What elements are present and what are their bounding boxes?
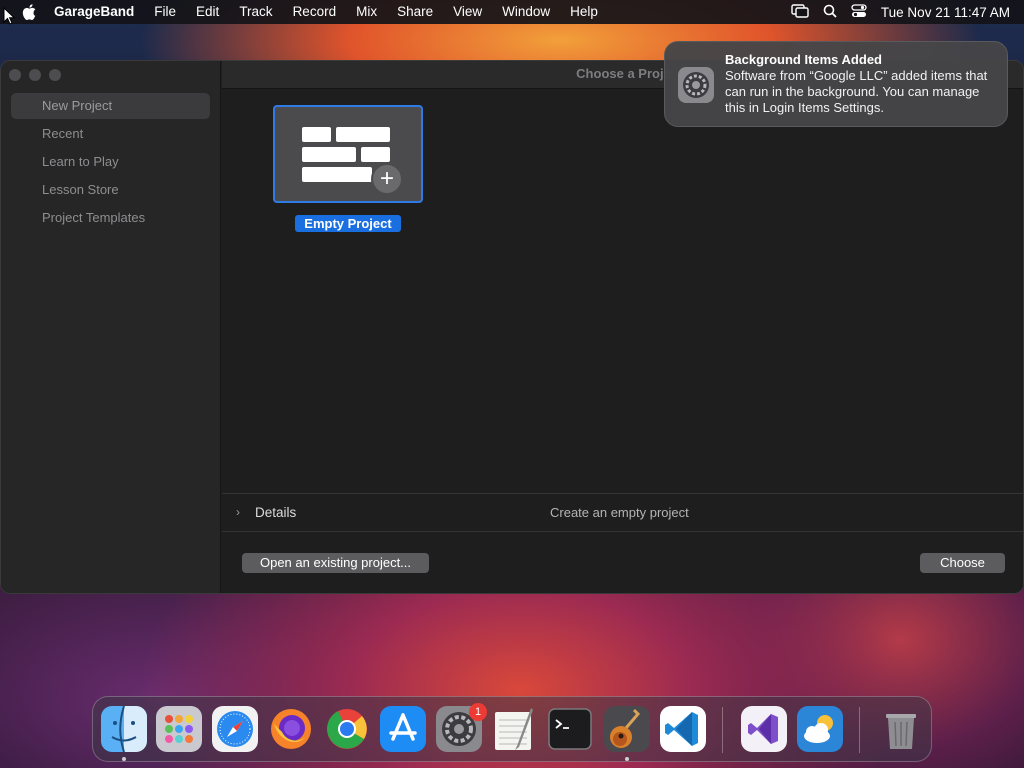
close-window-button[interactable] [9, 69, 21, 81]
window-controls [9, 69, 61, 81]
details-description: Create an empty project [550, 505, 689, 520]
weather-icon[interactable] [797, 706, 843, 752]
template-grid: + Empty Project [222, 89, 1023, 493]
sidebar-item-new-project[interactable]: New Project [11, 93, 210, 119]
sidebar: New Project Recent Learn to Play Lesson … [1, 61, 221, 593]
choose-button[interactable]: Choose [920, 553, 1005, 573]
template-block [302, 147, 356, 162]
notification-badge: 1 [469, 703, 487, 721]
dock-separator [859, 707, 860, 753]
window-footer: Open an existing project... Choose [222, 532, 1023, 593]
empty-project-template-tile[interactable]: + [273, 105, 423, 203]
template-block [302, 167, 372, 182]
zoom-window-button[interactable] [49, 69, 61, 81]
dock [92, 696, 932, 762]
launchpad-icon[interactable] [156, 706, 202, 752]
menu-help[interactable]: Help [560, 0, 608, 24]
menu-mix[interactable]: Mix [346, 0, 387, 24]
running-indicator [122, 757, 126, 761]
finder-icon[interactable] [101, 706, 147, 752]
spotlight-search-icon[interactable] [823, 4, 837, 21]
plus-icon: + [371, 163, 403, 195]
chevron-right-icon[interactable]: › [236, 505, 240, 519]
dock-separator [722, 707, 723, 753]
sidebar-item-recent[interactable]: Recent [11, 121, 210, 147]
notification-title: Background Items Added [725, 52, 882, 67]
firefox-icon[interactable] [268, 706, 314, 752]
open-existing-project-button[interactable]: Open an existing project... [242, 553, 429, 573]
details-toggle[interactable]: Details [255, 505, 296, 520]
template-block [336, 127, 390, 142]
safari-icon[interactable] [212, 706, 258, 752]
menu-window[interactable]: Window [492, 0, 560, 24]
notification-body: Software from “Google LLC” added items t… [725, 68, 988, 115]
menu-file[interactable]: File [144, 0, 186, 24]
empty-project-label[interactable]: Empty Project [295, 215, 401, 232]
sidebar-item-project-templates[interactable]: Project Templates [11, 205, 210, 231]
apple-menu-icon[interactable] [18, 4, 40, 20]
chrome-icon[interactable] [324, 706, 370, 752]
project-chooser-window: New Project Recent Learn to Play Lesson … [0, 60, 1024, 594]
menu-share[interactable]: Share [387, 0, 443, 24]
menu-edit[interactable]: Edit [186, 0, 229, 24]
system-settings-icon [677, 66, 715, 104]
vscode-icon[interactable] [660, 706, 706, 752]
template-block [302, 127, 331, 142]
terminal-icon[interactable] [547, 706, 593, 752]
menu-app-name[interactable]: GarageBand [44, 0, 144, 24]
menu-view[interactable]: View [443, 0, 492, 24]
textedit-icon[interactable] [491, 706, 537, 752]
menu-clock[interactable]: Tue Nov 21 11:47 AM [881, 5, 1010, 20]
sidebar-item-learn-to-play[interactable]: Learn to Play [11, 149, 210, 175]
trash-icon[interactable] [878, 706, 924, 752]
details-bar: › Details Create an empty project [222, 493, 1023, 532]
garageband-icon[interactable] [604, 706, 650, 752]
minimize-window-button[interactable] [29, 69, 41, 81]
running-indicator [625, 757, 629, 761]
screen-mirroring-icon[interactable] [791, 3, 809, 21]
sidebar-item-lesson-store[interactable]: Lesson Store [11, 177, 210, 203]
visual-studio-icon[interactable] [741, 706, 787, 752]
app-store-icon[interactable] [380, 706, 426, 752]
sidebar-list: New Project Recent Learn to Play Lesson … [11, 93, 210, 233]
control-center-icon[interactable] [851, 3, 867, 21]
menu-track[interactable]: Track [229, 0, 282, 24]
menu-record[interactable]: Record [283, 0, 347, 24]
mouse-pointer-icon [3, 6, 16, 30]
template-block [361, 147, 390, 162]
menu-bar: GarageBand File Edit Track Record Mix Sh… [0, 0, 1024, 24]
notification-banner[interactable]: Background Items Added Software from “Go… [664, 41, 1008, 127]
